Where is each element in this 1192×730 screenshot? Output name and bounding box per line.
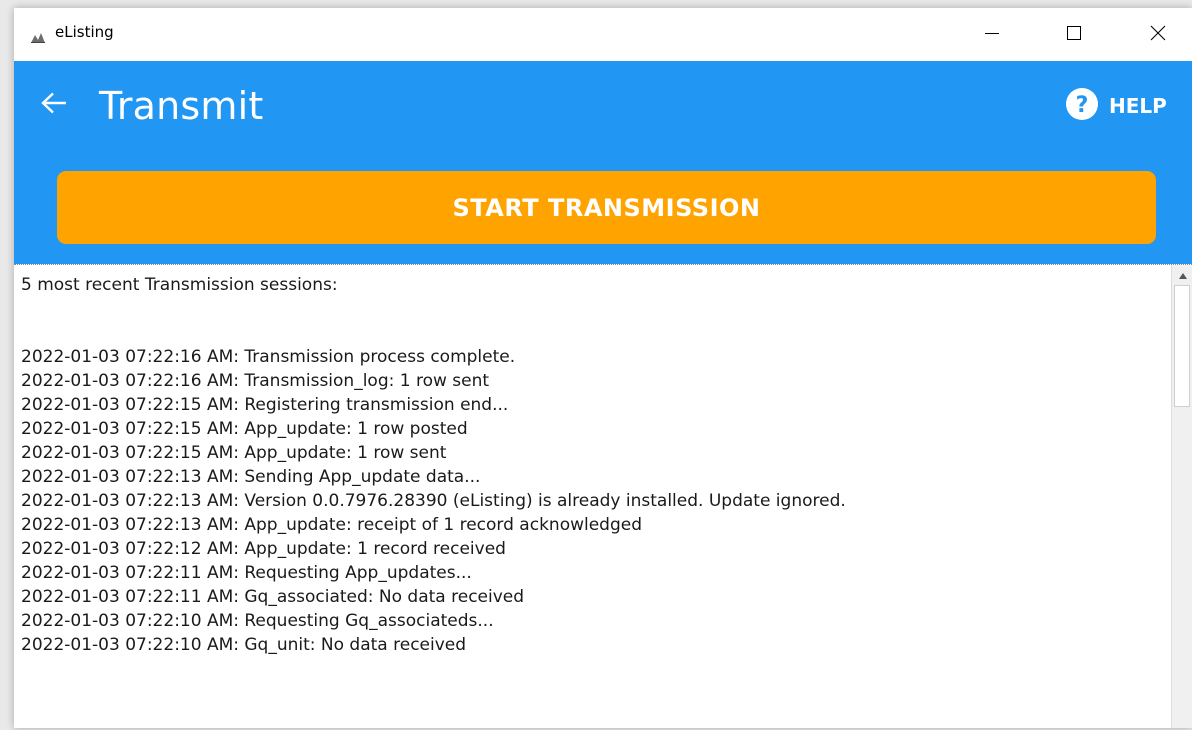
log-line: 2022-01-03 07:22:13 AM: Sending App_upda… <box>21 467 481 487</box>
maximize-icon <box>1066 25 1082 45</box>
start-transmission-button[interactable]: START TRANSMISSION <box>57 171 1156 244</box>
log-spacer <box>21 297 1161 345</box>
log-line: 2022-01-03 07:22:15 AM: Registering tran… <box>21 395 509 415</box>
page-title: Transmit <box>99 84 264 128</box>
scroll-thumb[interactable] <box>1174 285 1190 407</box>
log-line: 2022-01-03 07:22:10 AM: Requesting Gq_as… <box>21 611 494 631</box>
scroll-up-button[interactable] <box>1172 265 1192 283</box>
question-circle-icon: ? <box>1065 87 1099 125</box>
log-scrollbar[interactable] <box>1171 265 1192 728</box>
log-line: 2022-01-03 07:22:15 AM: App_update: 1 ro… <box>21 443 447 463</box>
window-title: eListing <box>55 23 114 41</box>
arrow-left-icon <box>41 92 67 118</box>
log-line: 2022-01-03 07:22:11 AM: Gq_associated: N… <box>21 587 525 607</box>
log-line: 2022-01-03 07:22:12 AM: App_update: 1 re… <box>21 539 506 559</box>
triangle-up-icon <box>1178 265 1188 284</box>
minimize-button[interactable] <box>969 8 1015 61</box>
help-button[interactable]: ? HELP <box>1065 88 1167 124</box>
svg-text:?: ? <box>1076 93 1089 118</box>
close-icon <box>1150 25 1166 45</box>
transmission-log-panel[interactable]: 5 most recent Transmission sessions: 202… <box>14 264 1192 728</box>
help-label: HELP <box>1109 94 1167 118</box>
app-icon <box>31 28 45 43</box>
page-header: Transmit ? HELP START TRANSMISSION <box>14 61 1192 264</box>
back-button[interactable] <box>36 85 72 125</box>
transmission-log-text[interactable]: 5 most recent Transmission sessions: 202… <box>21 273 1161 728</box>
close-button[interactable] <box>1135 8 1181 61</box>
log-line: 2022-01-03 07:22:16 AM: Transmission_log… <box>21 371 490 391</box>
log-line: 2022-01-03 07:22:16 AM: Transmission pro… <box>21 347 516 367</box>
log-line: 2022-01-03 07:22:13 AM: Version 0.0.7976… <box>21 491 846 511</box>
log-heading: 5 most recent Transmission sessions: <box>21 275 338 295</box>
app-window: eListing Transmit ? HELP START TRANSMISS… <box>14 8 1192 728</box>
start-transmission-label: START TRANSMISSION <box>452 193 761 222</box>
log-line: 2022-01-03 07:22:15 AM: App_update: 1 ro… <box>21 419 468 439</box>
minimize-icon <box>984 25 1000 45</box>
log-line: 2022-01-03 07:22:11 AM: Requesting App_u… <box>21 563 472 583</box>
title-bar[interactable]: eListing <box>14 8 1192 61</box>
log-line: 2022-01-03 07:22:10 AM: Gq_unit: No data… <box>21 635 467 655</box>
log-line: 2022-01-03 07:22:13 AM: App_update: rece… <box>21 515 643 535</box>
maximize-button[interactable] <box>1051 8 1097 61</box>
